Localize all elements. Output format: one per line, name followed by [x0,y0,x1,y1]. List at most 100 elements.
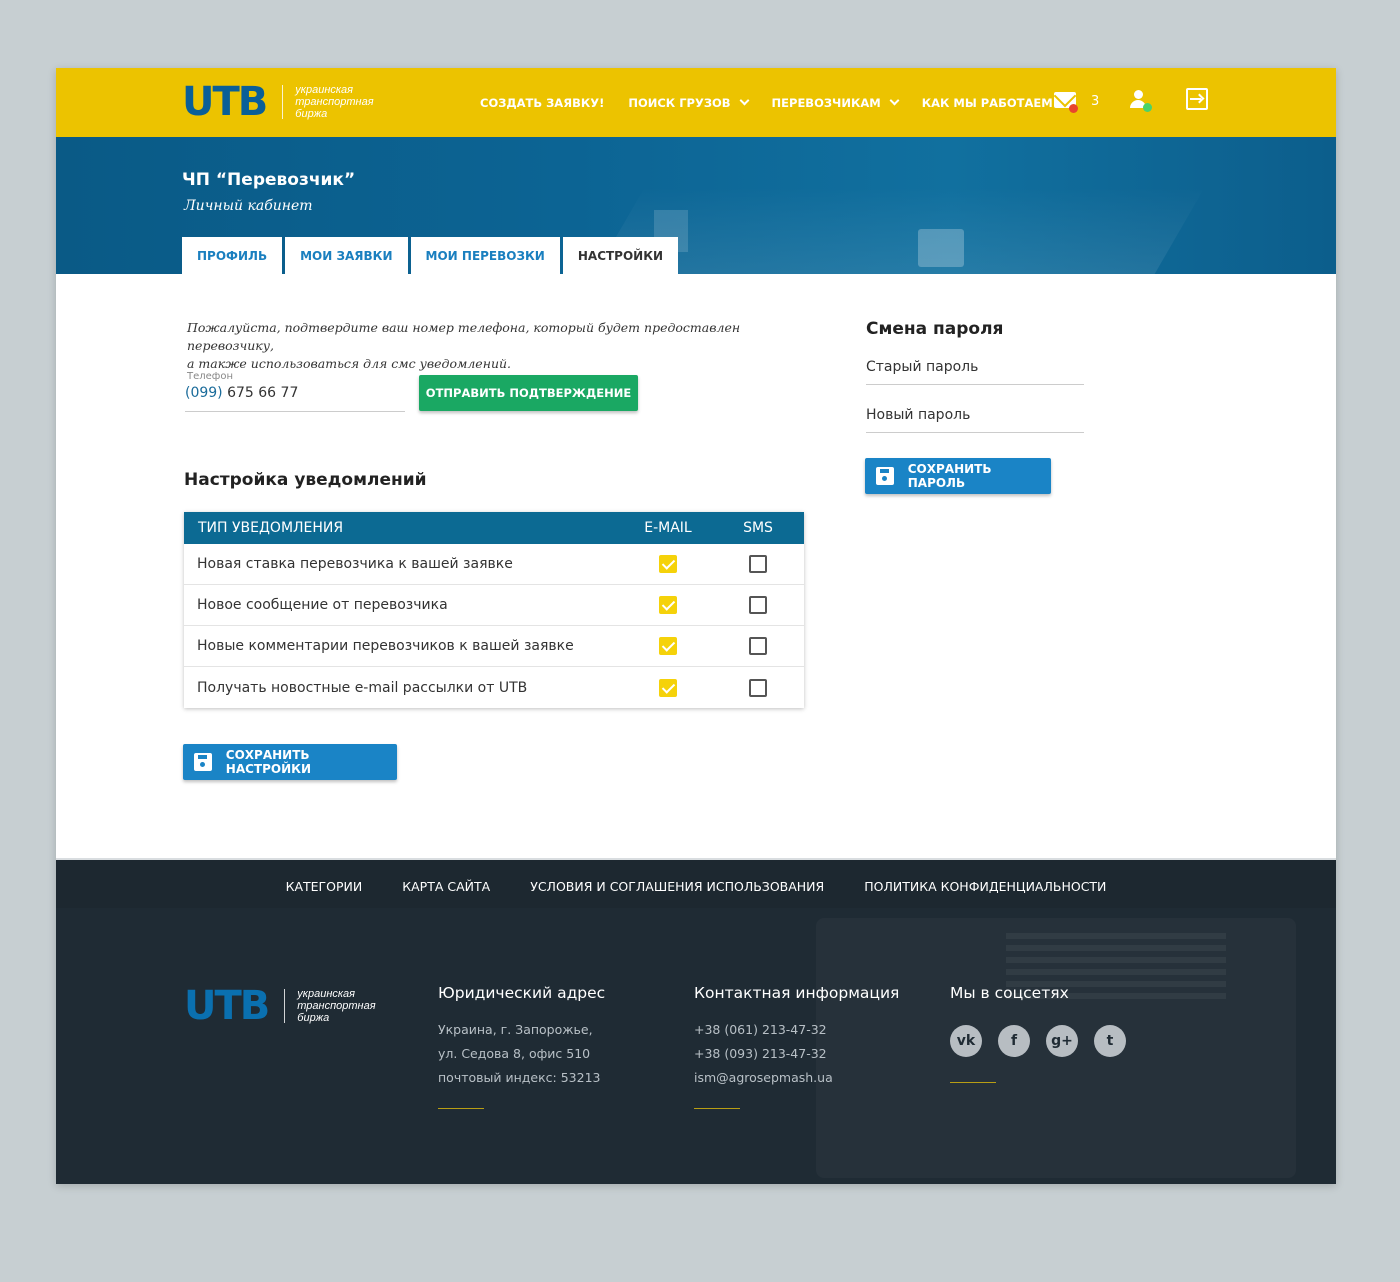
mail-count-badge: 3 [1091,94,1100,109]
company-name: ЧП “Перевозчик” [182,170,356,190]
vk-icon[interactable]: vk [950,1025,982,1057]
logo-tagline-line: транспортная [297,1000,376,1012]
logo-tagline-line: биржа [297,1012,330,1024]
new-password-field[interactable]: Новый пароль [866,407,1084,433]
tab-my-shipments[interactable]: МОИ ПЕРЕВОЗКИ [410,237,560,274]
sms-checkbox[interactable] [749,596,767,614]
site-footer: КАТЕГОРИИ КАРТА САЙТА УСЛОВИЯ И СОГЛАШЕН… [56,858,1336,1184]
logout-arrowhead [1194,93,1205,104]
notification-type-label: Получать новостные e-mail рассылки от UT… [197,679,528,696]
column-header-sms: SMS [743,520,773,536]
save-password-button[interactable]: СОХРАНИТЬ ПАРОЛЬ [865,458,1051,494]
footer-link-terms[interactable]: УСЛОВИЯ И СОГЛАШЕНИЯ ИСПОЛЬЗОВАНИЯ [530,879,824,894]
social-divider [950,1082,996,1083]
contact-email[interactable]: ism@agrosepmash.ua [694,1066,833,1090]
sms-cell [712,555,804,573]
chevron-down-icon [889,95,900,105]
address-block: Украина, г. Запорожье, ул. Седова 8, офи… [438,1018,600,1090]
send-confirmation-button[interactable]: ОТПРАВИТЬ ПОДТВЕРЖДЕНИЕ [419,375,638,411]
main-nav: СОЗДАТЬ ЗАЯВКУ! ПОИСК ГРУЗОВ ПЕРЕВОЗЧИКА… [480,68,1094,137]
footer-logo[interactable]: UTB украинская транспортная биржа [184,986,376,1026]
save-settings-button[interactable]: СОХРАНИТЬ НАСТРОЙКИ [183,744,397,780]
nav-how-we-work[interactable]: КАК МЫ РАБОТАЕМ [922,95,1072,110]
page-frame: UTB украинская транспортная биржа СОЗДАТ… [56,68,1336,1184]
phone-confirm-note: Пожалуйста, подтвердите ваш номер телефо… [187,319,807,373]
address-line: Украина, г. Запорожье, [438,1022,593,1037]
phone-field[interactable]: (099) 675 66 77 [185,385,405,412]
twitter-icon[interactable]: t [1094,1025,1126,1057]
mail-unread-dot [1069,104,1078,113]
save-settings-label: СОХРАНИТЬ НАСТРОЙКИ [225,748,312,776]
table-row: Получать новостные e-mail рассылки от UT… [184,667,804,708]
logo-tagline: украинская транспортная биржа [295,84,373,120]
sms-cell [712,637,804,655]
footer-nav: КАТЕГОРИИ КАРТА САЙТА УСЛОВИЯ И СОГЛАШЕН… [56,862,1336,910]
footer-link-sitemap[interactable]: КАРТА САЙТА [402,879,490,894]
email-checkbox[interactable] [659,555,677,573]
sms-checkbox[interactable] [749,678,767,697]
nav-create-request[interactable]: СОЗДАТЬ ЗАЯВКУ! [480,96,604,110]
logo-tagline-line: украинская [295,84,354,96]
profile-tabs: ПРОФИЛЬ МОИ ЗАЯВКИ МОИ ПЕРЕВОЗКИ НАСТРОЙ… [182,237,681,274]
tab-settings[interactable]: НАСТРОЙКИ [562,237,679,274]
sms-checkbox[interactable] [749,555,767,573]
notification-type-label: Новое сообщение от перевозчика [197,597,448,613]
contact-phone[interactable]: +38 (061) 213-47-32 [694,1018,833,1042]
email-cell [624,678,712,697]
footer-link-categories[interactable]: КАТЕГОРИИ [286,879,363,894]
logo-divider [282,85,284,119]
save-icon [876,467,894,485]
social-links: vk f g+ t [950,1025,1142,1057]
footer-link-privacy[interactable]: ПОЛИТИКА КОНФИДЕНЦИАЛЬНОСТИ [864,879,1106,894]
page-subtitle: Личный кабинет [184,198,313,214]
logo-mark: UTB [182,79,268,125]
notifications-table: ТИП УВЕДОМЛЕНИЯ E-MAIL SMS Новая ставка … [184,512,804,708]
chevron-down-icon [739,95,749,105]
social-title: Мы в соцсетях [950,984,1069,1002]
table-row: Новые комментарии перевозчиков к вашей з… [184,626,804,667]
user-online-dot [1143,103,1152,112]
column-header-email: E-MAIL [644,520,692,536]
tab-profile[interactable]: ПРОФИЛЬ [182,237,283,274]
top-navbar: UTB украинская транспортная биржа СОЗДАТ… [56,68,1336,137]
sms-cell [712,678,804,697]
save-icon [194,753,212,771]
nav-search-cargo[interactable]: ПОИСК ГРУЗОВ [628,95,749,110]
table-row: Новая ставка перевозчика к вашей заявке [184,544,804,585]
nav-carriers[interactable]: ПЕРЕВОЗЧИКАМ [772,95,900,110]
notifications-title: Настройка уведомлений [184,470,427,490]
google-plus-icon[interactable]: g+ [1046,1025,1078,1057]
table-row: Новое сообщение от перевозчика [184,585,804,626]
logo-divider [284,989,286,1023]
email-cell [624,555,712,573]
contact-divider [694,1108,740,1109]
old-password-field[interactable]: Старый пароль [866,359,1084,385]
notification-type-label: Новая ставка перевозчика к вашей заявке [197,556,513,572]
user-icon-head [1134,90,1143,99]
footer-nav-bar: КАТЕГОРИИ КАРТА САЙТА УСЛОВИЯ И СОГЛАШЕН… [56,858,1336,908]
address-title: Юридический адрес [438,984,606,1002]
email-cell [624,596,712,614]
address-divider [438,1108,484,1109]
contact-title: Контактная информация [694,984,900,1002]
phone-number: 675 66 77 [222,385,299,401]
site-logo[interactable]: UTB украинская транспортная биржа [182,79,374,125]
email-cell [624,637,712,655]
email-checkbox[interactable] [659,637,677,655]
email-checkbox[interactable] [659,596,677,614]
notification-type-label: Новые комментарии перевозчиков к вашей з… [197,638,574,654]
email-checkbox[interactable] [659,678,677,697]
address-line: почтовый индекс: 53213 [438,1070,601,1085]
phone-code: (099) [185,385,223,401]
contact-phone[interactable]: +38 (093) 213-47-32 [694,1042,833,1066]
nav-label: СОЗДАТЬ ЗАЯВКУ! [480,95,605,110]
profile-hero: ЧП “Перевозчик” Личный кабинет ПРОФИЛЬ М… [56,137,1336,274]
sms-checkbox[interactable] [749,637,767,655]
logout-icon[interactable] [1186,88,1208,110]
column-header-type: ТИП УВЕДОМЛЕНИЯ [198,520,344,536]
table-header: ТИП УВЕДОМЛЕНИЯ E-MAIL SMS [184,512,804,544]
nav-label: ПОИСК ГРУЗОВ [628,95,731,110]
facebook-icon[interactable]: f [998,1025,1030,1057]
address-line: ул. Седова 8, офис 510 [438,1046,591,1061]
tab-my-requests[interactable]: МОИ ЗАЯВКИ [285,237,408,274]
